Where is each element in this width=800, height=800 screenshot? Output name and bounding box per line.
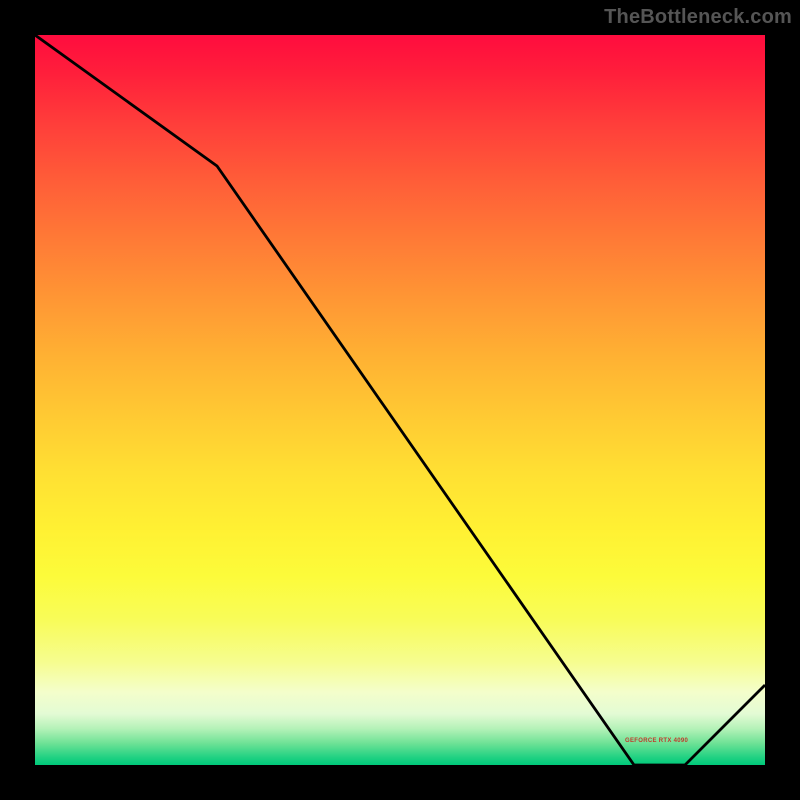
- gpu-label: GEFORCE RTX 4090: [625, 738, 688, 744]
- watermark-text: TheBottleneck.com: [604, 6, 792, 29]
- bottleneck-line: [35, 35, 765, 765]
- chart-stage: TheBottleneck.com GEFORCE RTX 4090: [0, 0, 800, 800]
- plot-area: GEFORCE RTX 4090: [30, 30, 770, 770]
